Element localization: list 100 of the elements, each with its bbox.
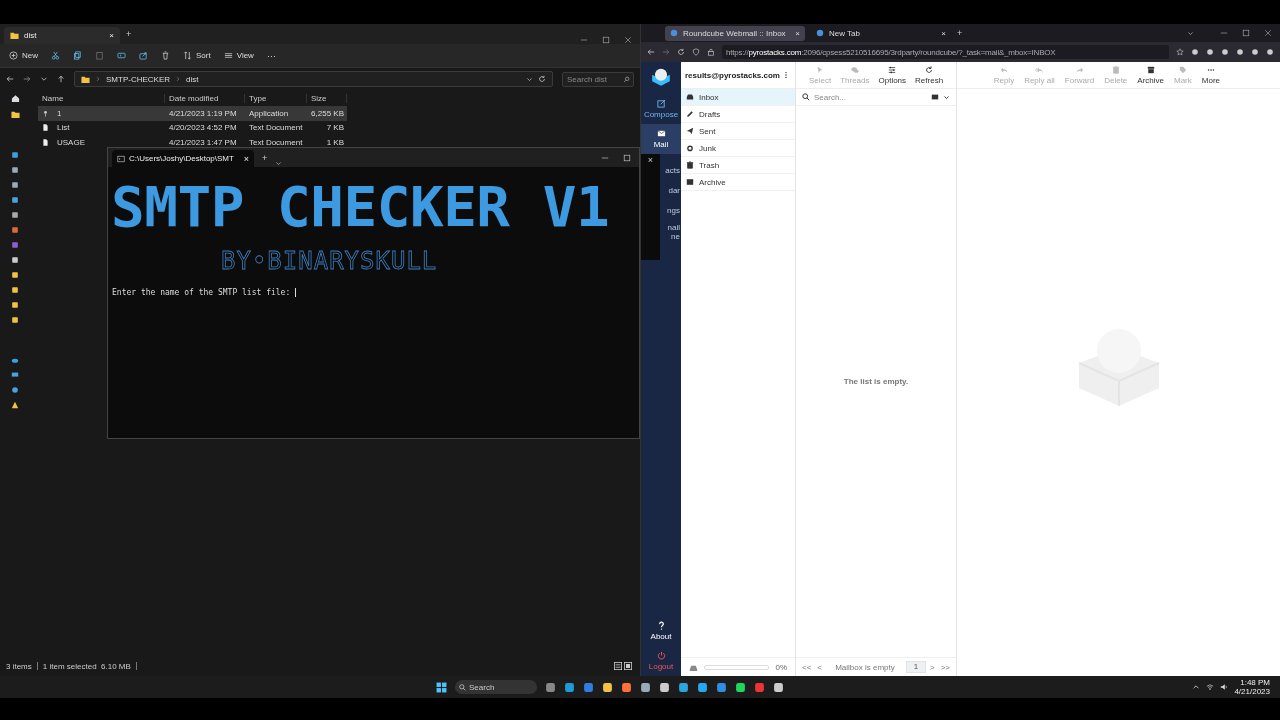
tab-close[interactable]: × [795, 28, 800, 38]
close-icon[interactable] [1264, 29, 1272, 37]
app-icon[interactable] [602, 681, 613, 693]
wifi-icon[interactable] [1206, 683, 1215, 691]
new-button[interactable]: New [9, 51, 38, 60]
close-button[interactable]: × [647, 154, 654, 166]
search-field[interactable]: Search... [814, 92, 927, 102]
terminal-tab[interactable]: C:\Users\Joshy\Desktop\SMT × [112, 150, 254, 167]
toolbar-button[interactable]: Options [878, 65, 907, 85]
view-button[interactable]: View [223, 51, 254, 60]
delete-icon[interactable] [161, 51, 170, 60]
volume-icon[interactable] [1220, 683, 1229, 691]
cut-icon[interactable] [51, 51, 60, 60]
refresh-icon [925, 65, 934, 74]
toolbar-button[interactable]: More [1201, 65, 1220, 85]
app-icon[interactable] [621, 681, 632, 693]
more-button[interactable]: ··· [266, 50, 276, 61]
up-icon[interactable] [57, 75, 65, 83]
folder-item[interactable]: Inbox [681, 89, 795, 106]
folder-item[interactable]: Trash [681, 157, 795, 174]
forward-icon[interactable] [23, 75, 31, 83]
app-icon[interactable] [697, 681, 708, 693]
folder-icon [10, 110, 20, 119]
maximize-icon[interactable] [1242, 29, 1250, 37]
browser-tab[interactable]: New Tab × [811, 25, 951, 41]
app-icon[interactable] [678, 681, 689, 693]
folder-item[interactable]: Drafts [681, 106, 795, 123]
search-field[interactable]: Search dist [562, 71, 634, 87]
maximize-icon[interactable] [623, 153, 631, 162]
app-icon[interactable] [545, 681, 556, 693]
reload-icon[interactable] [677, 48, 685, 56]
maximize-icon[interactable] [602, 36, 610, 44]
app-icon[interactable] [640, 681, 651, 693]
star-icon[interactable] [1176, 48, 1184, 56]
breadcrumb-item[interactable]: dist [186, 74, 199, 84]
folder-item[interactable]: Archive [681, 174, 795, 191]
chevron-down-icon[interactable] [943, 93, 950, 101]
envelope-icon[interactable] [931, 93, 939, 101]
back-icon[interactable] [6, 75, 14, 83]
first-page-button[interactable]: << [800, 662, 814, 672]
file-row[interactable]: 1 4/21/2023 1:19 PM Application 6,255 KB [38, 106, 347, 121]
new-tab-button[interactable]: + [957, 28, 963, 38]
paste-icon[interactable] [95, 51, 104, 60]
column-header[interactable]: Type [245, 93, 307, 103]
refresh-icon[interactable] [538, 75, 546, 83]
file-row[interactable]: List 4/20/2023 4:52 PM Text Document 7 KB [38, 120, 347, 135]
network-icon[interactable] [11, 386, 19, 394]
cloud-icon[interactable] [11, 356, 19, 364]
toolbar-button[interactable]: Refresh [915, 65, 944, 85]
file-type: Application [248, 108, 290, 118]
folder-item[interactable]: Sent [681, 123, 795, 140]
chevron-up-icon[interactable] [1192, 683, 1201, 691]
warning-icon[interactable] [11, 401, 19, 409]
chevron-down-icon[interactable] [1187, 29, 1194, 37]
window-tab[interactable]: dist × [4, 27, 120, 44]
monitor-icon[interactable] [11, 371, 19, 379]
start-icon[interactable] [436, 681, 447, 693]
url-field[interactable]: https://pyrostacks.com:2096/cpsess5210516695/3rdparty/roundcube/?_task=mail&_mbox=INBOX [722, 45, 1169, 59]
folder-icon [10, 31, 19, 40]
close-icon[interactable] [624, 36, 632, 44]
tab-close[interactable]: × [109, 31, 114, 40]
last-page-button[interactable]: >> [938, 662, 952, 672]
chevron-down-icon[interactable] [40, 75, 48, 83]
breadcrumb-item[interactable]: SMTP-CHECKER [106, 74, 170, 84]
new-tab-button[interactable]: + [262, 152, 268, 163]
nav-label: ne [671, 232, 680, 241]
tab-close[interactable]: × [941, 28, 946, 38]
search-field[interactable]: Search [455, 680, 537, 694]
tiles-view-icon[interactable] [624, 662, 632, 670]
logout-button[interactable]: Logout [641, 646, 681, 676]
dropdown-icon[interactable] [526, 75, 533, 83]
column-header[interactable]: Date modified [165, 93, 245, 103]
column-header[interactable]: Name [38, 93, 165, 103]
next-page-button[interactable]: > [928, 662, 937, 672]
toolbar-button[interactable]: Archive [1137, 65, 1164, 85]
sort-button[interactable]: Sort [183, 51, 211, 60]
chevron-down-icon[interactable] [275, 160, 283, 167]
nav-button[interactable]: Compose [641, 94, 681, 124]
column-header[interactable]: Size [307, 93, 347, 103]
app-icon[interactable] [735, 681, 746, 693]
details-view-icon[interactable] [614, 662, 622, 670]
folder-item[interactable]: Junk [681, 140, 795, 157]
about-button[interactable]: About [641, 616, 681, 646]
view-icon [223, 51, 233, 60]
app-icon[interactable] [773, 681, 784, 693]
app-icon[interactable] [564, 681, 575, 693]
app-icon[interactable] [659, 681, 670, 693]
browser-tab[interactable]: Roundcube Webmail :: Inbox × [665, 25, 805, 41]
rename-icon[interactable] [117, 51, 126, 60]
page-number-field[interactable]: 1 [906, 661, 926, 673]
home-icon[interactable] [10, 94, 20, 103]
new-tab-button[interactable]: + [126, 29, 132, 39]
app-icon[interactable] [716, 681, 727, 693]
previous-page-button[interactable]: < [815, 662, 824, 672]
copy-icon[interactable] [73, 51, 82, 60]
share-icon[interactable] [139, 51, 148, 60]
back-icon[interactable] [647, 48, 655, 56]
file-row[interactable]: USAGE 4/21/2023 1:47 PM Text Document 1 KB [38, 135, 347, 150]
nav-button[interactable]: Mail [641, 124, 681, 154]
tab-close[interactable]: × [243, 153, 249, 164]
